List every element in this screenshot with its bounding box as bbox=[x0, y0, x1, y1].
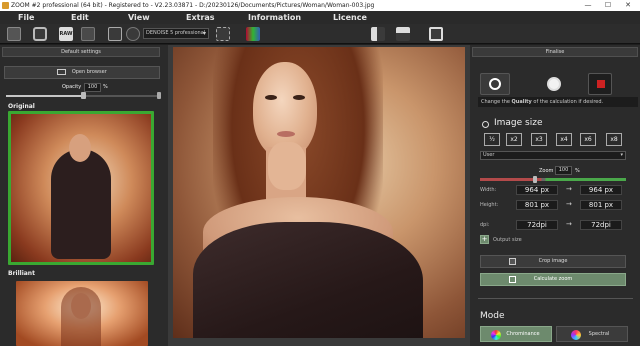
preset-original-label: Original bbox=[8, 103, 35, 110]
quality-dial-icon bbox=[489, 78, 501, 90]
close-button[interactable]: ✕ bbox=[618, 0, 638, 11]
output-size-checkbox[interactable]: + bbox=[480, 235, 489, 244]
preview-image[interactable] bbox=[173, 47, 465, 338]
floppy-icon[interactable] bbox=[108, 27, 122, 41]
height-source: 801 px bbox=[516, 200, 558, 210]
open-browser-button[interactable]: Open browser bbox=[4, 66, 160, 79]
height-arrow-icon: → bbox=[566, 200, 572, 208]
mirror-icon[interactable] bbox=[371, 27, 385, 41]
height-label: Height: bbox=[480, 202, 499, 208]
menu-information[interactable]: Information bbox=[248, 11, 301, 24]
eye-right bbox=[293, 95, 305, 100]
mode-chrominance-button[interactable]: Chrominance bbox=[480, 326, 552, 342]
spectral-icon bbox=[571, 330, 581, 340]
opacity-label: Opacity bbox=[62, 84, 82, 90]
size-x6-button[interactable]: x6 bbox=[580, 133, 596, 146]
output-size-label: Output size bbox=[493, 237, 522, 243]
size-x4-button[interactable]: x4 bbox=[556, 133, 572, 146]
right-panel: Finalise Change the Quality of the calcu… bbox=[470, 45, 640, 346]
size-x2-button[interactable]: x2 bbox=[506, 133, 522, 146]
default-settings-header[interactable]: Default settings bbox=[2, 47, 160, 57]
opacity-slider-knob[interactable] bbox=[81, 92, 86, 99]
image-size-icon bbox=[482, 121, 489, 128]
width-source: 964 px bbox=[516, 185, 558, 195]
speed-indicator-icon bbox=[597, 80, 605, 88]
menu-bar: File Edit View Extras Information Licenc… bbox=[0, 11, 640, 24]
calculate-zoom-button[interactable]: Calculate zoom bbox=[480, 273, 626, 286]
chevron-down-icon: ▾ bbox=[620, 152, 623, 158]
preview-area bbox=[168, 45, 470, 346]
app-icon bbox=[2, 2, 9, 9]
calculate-icon bbox=[509, 276, 516, 283]
raw-icon[interactable]: RAW bbox=[59, 27, 73, 41]
opacity-value[interactable]: 100 bbox=[84, 83, 101, 92]
settings-icon[interactable] bbox=[126, 27, 140, 41]
thumbnail-figure bbox=[51, 149, 111, 259]
size-x3-button[interactable]: x3 bbox=[531, 133, 547, 146]
size-half-button[interactable]: ½ bbox=[484, 133, 500, 146]
width-arrow-icon: → bbox=[566, 185, 572, 193]
opacity-unit: % bbox=[103, 84, 108, 90]
dpi-arrow-icon: → bbox=[566, 220, 572, 228]
width-target[interactable]: 964 px bbox=[580, 185, 622, 195]
maximize-button[interactable]: ☐ bbox=[598, 0, 618, 11]
image-size-title: Image size bbox=[494, 118, 543, 128]
stopwatch-face-icon bbox=[547, 77, 561, 91]
toolbar: RAW DENOISE 5 professional ▾ bbox=[0, 24, 640, 44]
mode-spectral-button[interactable]: Spectral bbox=[556, 326, 628, 342]
chrominance-icon bbox=[491, 330, 501, 340]
quality-hint: Change the Quality of the calculation if… bbox=[478, 97, 638, 107]
denoise-select[interactable]: DENOISE 5 professional ▾ bbox=[143, 28, 209, 39]
thumbnail-face bbox=[69, 134, 91, 162]
menu-file[interactable]: File bbox=[18, 11, 34, 24]
zoom-slider-track[interactable] bbox=[480, 178, 626, 181]
title-bar: ZOOM #2 professional (64 bit) - Register… bbox=[0, 0, 640, 11]
dpi-label: dpi: bbox=[480, 222, 490, 228]
chevron-down-icon: ▾ bbox=[202, 30, 206, 37]
speed-icon[interactable] bbox=[588, 73, 612, 95]
minimize-button[interactable]: — bbox=[578, 0, 598, 11]
preset-brilliant-label: Brilliant bbox=[8, 270, 35, 277]
menu-licence[interactable]: Licence bbox=[333, 11, 367, 24]
crop-icon bbox=[509, 258, 516, 265]
zoom-unit: % bbox=[575, 168, 580, 174]
camera-icon[interactable] bbox=[33, 27, 47, 41]
export-icon[interactable] bbox=[216, 27, 230, 41]
lips-shape bbox=[277, 131, 295, 137]
batch-icon[interactable] bbox=[81, 27, 95, 41]
zoom-slider-knob[interactable] bbox=[533, 176, 537, 183]
crop-rotate-icon[interactable] bbox=[429, 27, 443, 41]
opacity-slider-end bbox=[157, 92, 161, 99]
dress-shape bbox=[193, 222, 423, 338]
window-title: ZOOM #2 professional (64 bit) - Register… bbox=[11, 2, 375, 9]
size-x8-button[interactable]: x8 bbox=[606, 133, 622, 146]
zoom-value[interactable]: 100 bbox=[555, 166, 572, 175]
crop-image-button[interactable]: Crop image bbox=[480, 255, 626, 268]
mode-divider bbox=[478, 298, 633, 299]
stopwatch-icon[interactable] bbox=[538, 73, 568, 95]
finalise-header[interactable]: Finalise bbox=[472, 47, 638, 57]
dpi-source: 72dpi bbox=[516, 220, 558, 230]
width-label: Width: bbox=[480, 187, 497, 193]
browser-icon bbox=[57, 68, 67, 75]
mode-title: Mode bbox=[480, 311, 505, 321]
height-target[interactable]: 801 px bbox=[580, 200, 622, 210]
dpi-target[interactable]: 72dpi bbox=[580, 220, 622, 230]
menu-edit[interactable]: Edit bbox=[71, 11, 89, 24]
hand-shape bbox=[268, 142, 306, 190]
save-icon[interactable] bbox=[7, 27, 21, 41]
quality-icon[interactable] bbox=[480, 73, 510, 95]
eye-left bbox=[265, 95, 277, 100]
flip-icon[interactable] bbox=[396, 27, 410, 41]
zoom-label: Zoom bbox=[539, 168, 554, 174]
histogram-icon[interactable] bbox=[246, 27, 260, 41]
menu-view[interactable]: View bbox=[128, 11, 150, 24]
preset-brilliant-thumbnail[interactable] bbox=[16, 281, 148, 346]
opacity-slider-fill bbox=[6, 95, 83, 97]
thumbnail-hair bbox=[61, 287, 101, 346]
preset-original-thumbnail[interactable] bbox=[8, 111, 154, 265]
user-preset-select[interactable]: User ▾ bbox=[480, 151, 626, 160]
menu-extras[interactable]: Extras bbox=[186, 11, 215, 24]
left-panel: Default settings Open browser Opacity 10… bbox=[0, 45, 168, 346]
